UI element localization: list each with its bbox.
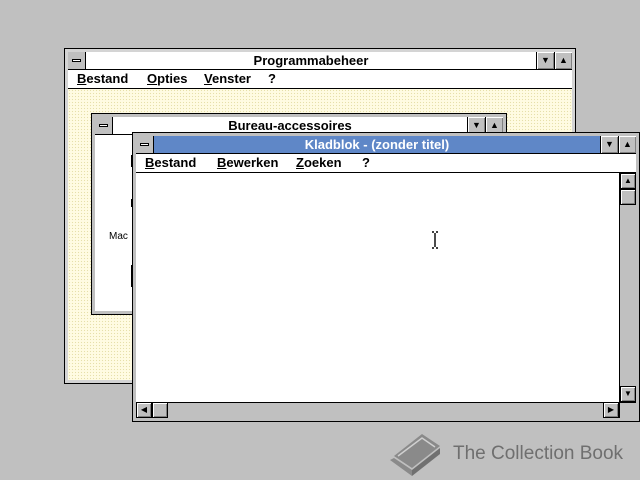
notepad-maximize-arrow-icon[interactable]: ▲	[618, 136, 636, 153]
scroll-down-arrow-icon[interactable]: ▼	[620, 386, 636, 402]
watermark-text: The Collection Book	[453, 443, 624, 464]
notepad-window: Kladblok - (zonder titel) ▼ ▲ Bestand Be…	[132, 132, 640, 422]
scroll-up-arrow-icon[interactable]: ▲	[620, 173, 636, 189]
notepad-minimize-arrow-icon[interactable]: ▼	[600, 136, 618, 153]
group-system-menu-icon[interactable]	[95, 117, 113, 134]
notepad-text-area[interactable]	[136, 173, 619, 402]
minimize-arrow-icon[interactable]: ▼	[536, 52, 554, 69]
notepad-menu-bewerken[interactable]: Bewerken	[217, 154, 278, 172]
watermark: The Collection Book	[388, 430, 638, 478]
maximize-arrow-icon[interactable]: ▲	[554, 52, 572, 69]
notepad-menu-bestand[interactable]: Bestand	[145, 154, 196, 172]
menu-opties[interactable]: Opties	[147, 70, 187, 88]
notepad-menu-zoeken[interactable]: Zoeken	[296, 154, 342, 172]
notepad-system-menu-icon[interactable]	[136, 136, 154, 153]
menu-bestand[interactable]: Bestand	[77, 70, 128, 88]
macro-recorder-label[interactable]: Mac	[109, 231, 128, 242]
program-manager-titlebar[interactable]: Programmabeheer ▼ ▲	[68, 52, 572, 70]
notepad-title: Kladblok - (zonder titel)	[304, 137, 450, 152]
system-menu-icon[interactable]	[68, 52, 86, 69]
vertical-scrollbar[interactable]: ▲ ▼	[619, 173, 636, 402]
notepad-menubar: Bestand Bewerken Zoeken ?	[136, 154, 636, 173]
notepad-titlebar[interactable]: Kladblok - (zonder titel) ▼ ▲	[136, 136, 636, 154]
vertical-scroll-thumb[interactable]	[620, 189, 636, 205]
book-icon	[390, 434, 440, 476]
horizontal-scroll-thumb[interactable]	[152, 402, 168, 418]
scroll-right-arrow-icon[interactable]: ▶	[603, 402, 619, 418]
horizontal-scrollbar[interactable]: ◀ ▶	[136, 402, 619, 418]
scrollbar-corner	[619, 402, 636, 418]
i-beam-cursor-icon	[432, 231, 438, 249]
scroll-left-arrow-icon[interactable]: ◀	[136, 402, 152, 418]
program-manager-title: Programmabeheer	[253, 53, 369, 68]
menu-venster[interactable]: Venster	[204, 70, 251, 88]
menu-help[interactable]: ?	[268, 70, 276, 88]
program-manager-menubar: Bestand Opties Venster ?	[68, 70, 572, 89]
notepad-menu-help[interactable]: ?	[362, 154, 370, 172]
